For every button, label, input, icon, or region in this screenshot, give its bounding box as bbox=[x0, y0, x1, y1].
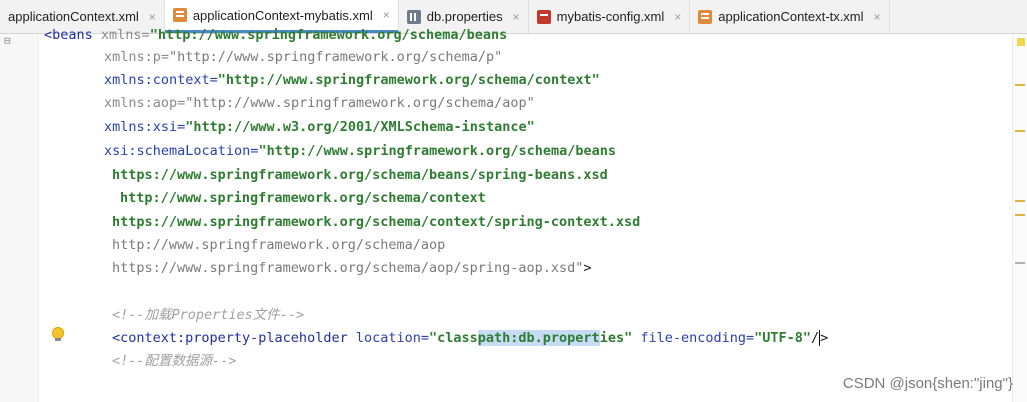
close-icon[interactable]: × bbox=[149, 10, 156, 24]
lightbulb-icon[interactable] bbox=[52, 327, 64, 341]
warning-marker[interactable] bbox=[1015, 84, 1025, 86]
code-line: https://www.springframework.org/schema/c… bbox=[112, 214, 641, 230]
fold-icon[interactable]: ⊟ bbox=[4, 34, 11, 47]
tab-label: db.properties bbox=[426, 9, 503, 24]
tab-label: applicationContext.xml bbox=[8, 9, 139, 24]
code-editor[interactable]: ⊟ <beans xmlns="http://www.springframewo… bbox=[0, 27, 1027, 402]
code-line: xmlns:p="http://www.springframework.org/… bbox=[104, 49, 503, 65]
watermark: CSDN @json{shen:"jing"} bbox=[842, 375, 1013, 392]
analysis-status-icon[interactable] bbox=[1017, 38, 1025, 46]
close-icon[interactable]: × bbox=[674, 10, 681, 24]
tab-label: applicationContext-mybatis.xml bbox=[192, 7, 373, 23]
code-line: xmlns:context="http://www.springframewor… bbox=[104, 72, 600, 88]
tab-label: applicationContext-tx.xml bbox=[718, 9, 864, 24]
code-line: http://www.springframework.org/schema/ao… bbox=[112, 237, 446, 253]
warning-marker[interactable] bbox=[1015, 200, 1025, 202]
code-line: http://www.springframework.org/schema/co… bbox=[120, 190, 486, 206]
tab-label: mybatis-config.xml bbox=[556, 9, 665, 24]
xml-file-icon bbox=[698, 9, 713, 24]
code-comment: <!--配置数据源--> bbox=[112, 353, 237, 369]
code-line: xmlns:xsi="http://www.w3.org/2001/XMLSch… bbox=[104, 119, 535, 135]
code-line: xmlns:aop="http://www.springframework.or… bbox=[104, 95, 535, 111]
code-line: xsi:schemaLocation="http://www.springfra… bbox=[104, 143, 617, 159]
close-icon[interactable]: × bbox=[383, 8, 390, 22]
editor-scrollbar[interactable] bbox=[1012, 34, 1027, 402]
close-icon[interactable]: × bbox=[874, 10, 881, 24]
code-line: https://www.springframework.org/schema/a… bbox=[112, 260, 592, 276]
xml-file-icon bbox=[172, 8, 187, 22]
tab-mybatis-config[interactable]: mybatis-config.xml × bbox=[529, 0, 691, 33]
code-line: https://www.springframework.org/schema/b… bbox=[112, 167, 608, 183]
info-marker[interactable] bbox=[1015, 262, 1025, 264]
editor-gutter: ⊟ bbox=[0, 34, 39, 402]
tab-applicationcontext-tx[interactable]: applicationContext-tx.xml × bbox=[690, 0, 890, 33]
warning-marker[interactable] bbox=[1015, 214, 1025, 216]
code-line: <beans xmlns="http://www.springframework… bbox=[44, 27, 508, 43]
mybatis-file-icon bbox=[536, 9, 551, 24]
code-comment: <!--加载Properties文件--> bbox=[112, 307, 305, 323]
warning-marker[interactable] bbox=[1015, 130, 1025, 132]
code-line-current: <context:property-placeholder location="… bbox=[112, 330, 829, 346]
properties-file-icon bbox=[406, 9, 421, 24]
close-icon[interactable]: × bbox=[513, 10, 520, 24]
